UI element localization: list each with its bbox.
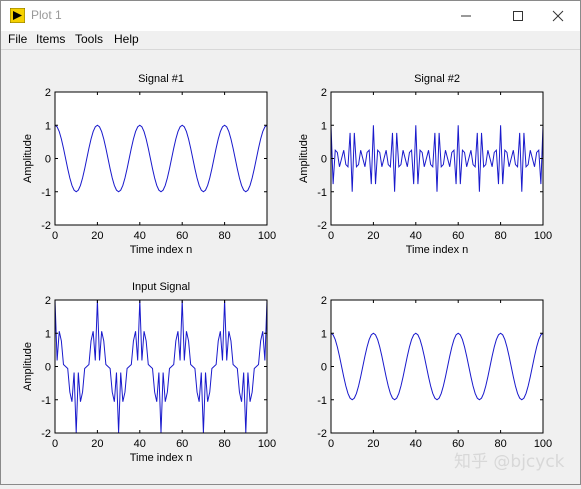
x-tick-label: 80 <box>494 230 506 242</box>
maximize-button[interactable] <box>496 1 540 31</box>
labview-app-icon <box>10 8 25 23</box>
menu-items[interactable]: Items <box>36 32 65 46</box>
x-tick-label: 60 <box>176 438 188 450</box>
x-tick-label: 0 <box>328 230 334 242</box>
x-tick-label: 20 <box>367 230 379 242</box>
y-tick-label: 0 <box>45 154 51 166</box>
x-axis-label: Time index n <box>130 452 193 464</box>
y-tick-label: -2 <box>317 428 327 440</box>
x-tick-label: 100 <box>258 230 276 242</box>
maximize-icon <box>513 11 523 21</box>
x-tick-label: 0 <box>52 230 58 242</box>
plots-canvas: 0 20 40 60 80 100210-1-2Signal #1Time index n… <box>22 73 552 464</box>
y-axis-label: Amplitude <box>298 134 310 183</box>
y-tick-label: -1 <box>41 395 51 407</box>
plot-title: Signal #1 <box>138 73 184 85</box>
x-tick-label: 80 <box>218 438 230 450</box>
y-tick-label: -1 <box>317 187 327 199</box>
window-title: Plot 1 <box>31 8 62 22</box>
x-tick-label: 100 <box>534 230 552 242</box>
watermark-text: 知乎 @bjcyck <box>454 452 565 472</box>
minimize-button[interactable] <box>444 1 488 31</box>
x-tick-label: 0 <box>52 438 58 450</box>
x-axis-label: Time index n <box>406 244 469 256</box>
x-tick-label: 100 <box>258 438 276 450</box>
menu-help[interactable]: Help <box>114 32 139 46</box>
menu-tools[interactable]: Tools <box>75 32 103 46</box>
y-axis-label: Amplitude <box>22 342 34 391</box>
menu-bar: File Items Tools Help <box>1 31 580 49</box>
x-tick-label: 20 <box>91 230 103 242</box>
y-tick-label: 2 <box>45 295 51 307</box>
x-tick-label: 20 <box>367 438 379 450</box>
x-tick-label: 60 <box>176 230 188 242</box>
close-button[interactable] <box>536 1 580 31</box>
x-axis-label: Time index n <box>130 244 193 256</box>
x-tick-label: 60 <box>452 230 464 242</box>
y-tick-label: 1 <box>321 328 327 340</box>
y-tick-label: 2 <box>321 87 327 99</box>
y-tick-label: 0 <box>321 362 327 374</box>
y-tick-label: -2 <box>317 220 327 232</box>
y-tick-label: 2 <box>321 295 327 307</box>
plot-3: 0 20 40 60 80 100 2 1 0 -1 -2 Input Signal Time inde… <box>22 281 276 464</box>
y-tick-label: 0 <box>45 362 51 374</box>
plot-1: 0 20 40 60 80 100 2 1 0 -1 -2 Signal #1 Time index n… <box>22 73 276 256</box>
x-tick-label: 80 <box>218 230 230 242</box>
close-icon <box>552 10 564 22</box>
plot-2: 0 20 40 60 80 100 2 1 0 -1 -2 Signal #2 Time index n… <box>298 73 552 256</box>
plot-title: Signal #2 <box>414 73 460 85</box>
x-tick-label: 20 <box>91 438 103 450</box>
y-axis-label: Amplitude <box>22 134 34 183</box>
y-tick-label: 0 <box>321 154 327 166</box>
plot-4: 0 20 40 60 80 100210-1-2 <box>317 295 552 450</box>
plot-area: 0 20 40 60 80 100 2 1 0 -1 -2 Signal #1 Time index n… <box>1 50 580 484</box>
menu-file[interactable]: File <box>8 32 27 46</box>
minimize-icon <box>461 15 471 17</box>
y-tick-label: 2 <box>45 87 51 99</box>
title-bar[interactable]: Plot 1 <box>1 1 580 31</box>
x-tick-label: 40 <box>410 230 422 242</box>
x-tick-label: 40 <box>410 438 422 450</box>
x-tick-label: 40 <box>134 438 146 450</box>
y-tick-label: 1 <box>321 120 327 132</box>
y-tick-label: -2 <box>41 428 51 440</box>
y-tick-label: -1 <box>41 187 51 199</box>
y-tick-label: 1 <box>45 120 51 132</box>
x-tick-label: 0 <box>328 438 334 450</box>
y-tick-label: -2 <box>41 220 51 232</box>
y-tick-label: -1 <box>317 395 327 407</box>
y-tick-label: 1 <box>45 328 51 340</box>
x-tick-label: 40 <box>134 230 146 242</box>
plot-window: Plot 1 File Items Tools Help 0 20 40 60 80 10… <box>0 0 581 485</box>
plot-title: Input Signal <box>132 281 190 293</box>
